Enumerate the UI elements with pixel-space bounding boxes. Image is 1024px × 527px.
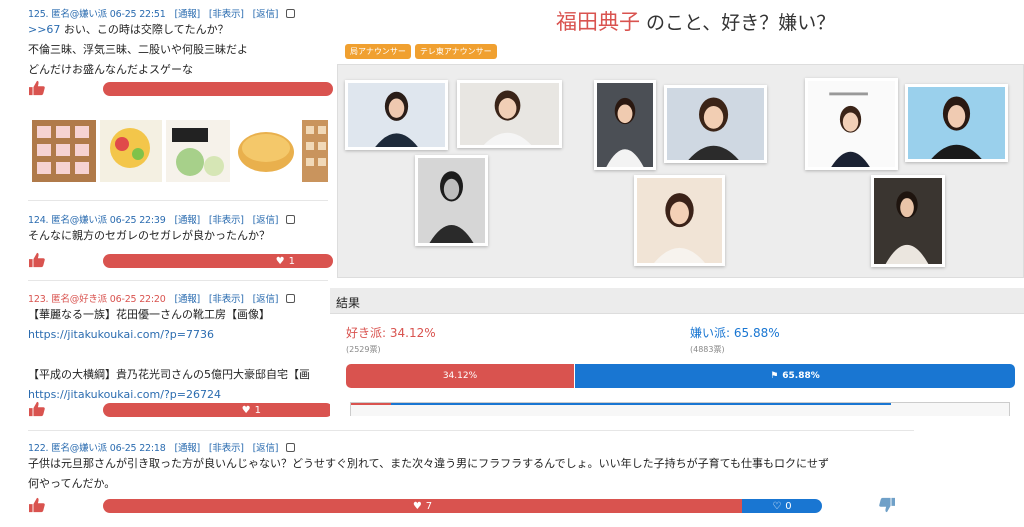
report-link[interactable]: [通報] (174, 294, 200, 305)
tag-tv-tokyo-announcer[interactable]: テレ東アナウンサー (414, 44, 497, 59)
copy-icon[interactable] (286, 215, 296, 224)
comment-body-line: 不倫三昧、浮気三昧、二股いや何股三昧だよ (28, 43, 248, 56)
result-strip-like (351, 403, 391, 405)
comment-body-line: 【平成の大横綱】貴乃花光司さんの5億円大豪邸自宅【画 (28, 368, 310, 381)
poll-person-name: 福田典子 (556, 10, 640, 34)
thumbs-up-icon[interactable] (28, 497, 46, 513)
dislike-bar[interactable]: ♡ 0 (742, 499, 822, 513)
photo-thumbnail[interactable] (905, 84, 1008, 162)
comment-author-date: 125. 匿名@嫌い派 06-25 22:51 (28, 9, 166, 20)
comment-122: 122. 匿名@嫌い派 06-25 22:18 [通報] [非表示] [返信] … (28, 440, 829, 494)
reply-link[interactable]: [返信] (253, 9, 279, 20)
photo-thumbnail[interactable] (594, 80, 656, 170)
image-strip (30, 118, 328, 184)
copy-icon[interactable] (286, 443, 296, 452)
like-percentage: 好き派: 34.12% (346, 326, 436, 340)
report-link[interactable]: [通報] (174, 443, 200, 454)
comment-123: 123. 匿名@好き派 06-25 22:20 [通報] [非表示] [返信] … (28, 291, 310, 405)
reply-link[interactable]: [返信] (253, 443, 279, 454)
photo-thumbnail[interactable] (345, 80, 448, 150)
article-link[interactable]: https://jitakukoukai.com/?p=7736 (28, 325, 310, 345)
comment-125: 125. 匿名@嫌い派 06-25 22:51 [通報] [非表示] [返信] … (28, 6, 296, 80)
hide-link[interactable]: [非表示] (209, 215, 244, 226)
tag-local-announcer[interactable]: 局アナウンサー (345, 44, 411, 59)
photo-thumbnail[interactable] (664, 85, 767, 163)
flag-icon: ⚑ (770, 371, 779, 381)
comment-body-line (28, 345, 310, 365)
photo-thumbnail[interactable] (634, 175, 725, 266)
hide-link[interactable]: [非表示] (209, 294, 244, 305)
report-link[interactable]: [通報] (174, 215, 200, 226)
comment-body-line: 【華麗なる一族】花田優一さんの靴工房【画像】 (28, 308, 270, 321)
comment-author-date: 122. 匿名@嫌い派 06-25 22:18 (28, 443, 166, 454)
thumbs-down-icon[interactable] (878, 497, 896, 513)
photo-thumbnail[interactable] (871, 175, 945, 267)
comment-body-line: >>67 おい、この時は交際してたんか？ (28, 20, 295, 40)
like-count: 7 (425, 500, 433, 512)
comment-divider (28, 200, 328, 201)
comment-divider (28, 430, 914, 431)
like-bar[interactable]: ♥ 1 (103, 254, 333, 268)
comment-author-date: 123. 匿名@好き派 06-25 22:20 (28, 294, 166, 305)
copy-icon[interactable] (286, 294, 296, 303)
comment-meta: 123. 匿名@好き派 06-25 22:20 [通報] [非表示] [返信] (28, 291, 310, 305)
comment-divider (28, 280, 328, 281)
hide-link[interactable]: [非表示] (209, 9, 244, 20)
heart-icon: ♥ (241, 404, 251, 416)
poll-results: 結果 好き派: 34.12% (2529票) 嫌い派: 65.88% (4883… (330, 288, 1024, 418)
photo-thumbnail[interactable] (415, 155, 488, 246)
comment-body-line: どんだけお盛んなんだよスゲーな (28, 63, 193, 76)
comment-body-line: そんなに親方のセガレのセガレが良かったんか？ (28, 229, 270, 242)
article-link[interactable]: https://jitakukoukai.com/?p=26724 (28, 385, 310, 405)
heart-icon: ♥ (275, 255, 285, 267)
reply-link[interactable]: [返信] (253, 294, 279, 305)
dislike-result-bar: ⚑ 65.88% (575, 364, 1015, 388)
thumbs-up-icon[interactable] (28, 80, 46, 96)
hide-link[interactable]: [非表示] (209, 443, 244, 454)
comment-meta: 125. 匿名@嫌い派 06-25 22:51 [通報] [非表示] [返信] (28, 6, 296, 20)
results-heading: 結果 (330, 288, 1024, 314)
thumbs-up-icon[interactable] (28, 401, 46, 417)
comment-meta: 124. 匿名@嫌い派 06-25 22:39 [通報] [非表示] [返信] (28, 212, 296, 226)
like-result-bar: 34.12% (346, 364, 574, 388)
category-tags: 局アナウンサー テレ東アナウンサー (345, 44, 497, 59)
results-detail-button[interactable] (350, 402, 1010, 416)
heart-icon: ♥ (412, 500, 422, 512)
dislike-count: 0 (785, 500, 792, 512)
like-count: 1 (254, 404, 261, 416)
comment-author-date: 124. 匿名@嫌い派 06-25 22:39 (28, 215, 166, 226)
photo-collage (337, 64, 1024, 278)
poll-question: のこと、好き？嫌い？ (646, 12, 836, 34)
comment-text: おい、この時は交際してたんか？ (60, 23, 229, 36)
dislike-vote-count: (4883票) (690, 345, 725, 354)
photo-thumbnail[interactable] (805, 78, 898, 170)
like-bar[interactable] (103, 82, 333, 96)
like-count: 1 (288, 255, 295, 267)
copy-icon[interactable] (286, 9, 296, 18)
dislike-percentage: 嫌い派: 65.88% (690, 326, 780, 340)
like-bar[interactable]: ♥ 7 (103, 499, 742, 513)
photo-thumbnail[interactable] (457, 80, 562, 148)
comment-body-line: 子供は元旦那さんが引き取った方が良いんじゃない？どうせすぐ別れて、また次々違う男… (28, 457, 830, 470)
result-strip-dislike (391, 403, 891, 405)
report-link[interactable]: [通報] (174, 9, 200, 20)
like-result-label: 34.12% (442, 371, 478, 381)
reply-anchor-link[interactable]: >>67 (28, 23, 60, 36)
like-bar[interactable]: ♥ 1 (103, 403, 333, 417)
dislike-result-label: 65.88% (782, 371, 820, 381)
comment-124: 124. 匿名@嫌い派 06-25 22:39 [通報] [非表示] [返信] … (28, 212, 296, 246)
like-vote-count: (2529票) (346, 345, 381, 354)
image-thumbnails[interactable] (30, 118, 328, 184)
comment-body-line: 何やってんだか。 (28, 477, 116, 490)
broken-heart-icon: ♡ (772, 500, 782, 512)
comment-meta: 122. 匿名@嫌い派 06-25 22:18 [通報] [非表示] [返信] (28, 440, 829, 454)
poll-title: 福田典子 のこと、好き？嫌い？ (556, 6, 835, 36)
thumbs-up-icon[interactable] (28, 252, 46, 268)
reply-link[interactable]: [返信] (253, 215, 279, 226)
